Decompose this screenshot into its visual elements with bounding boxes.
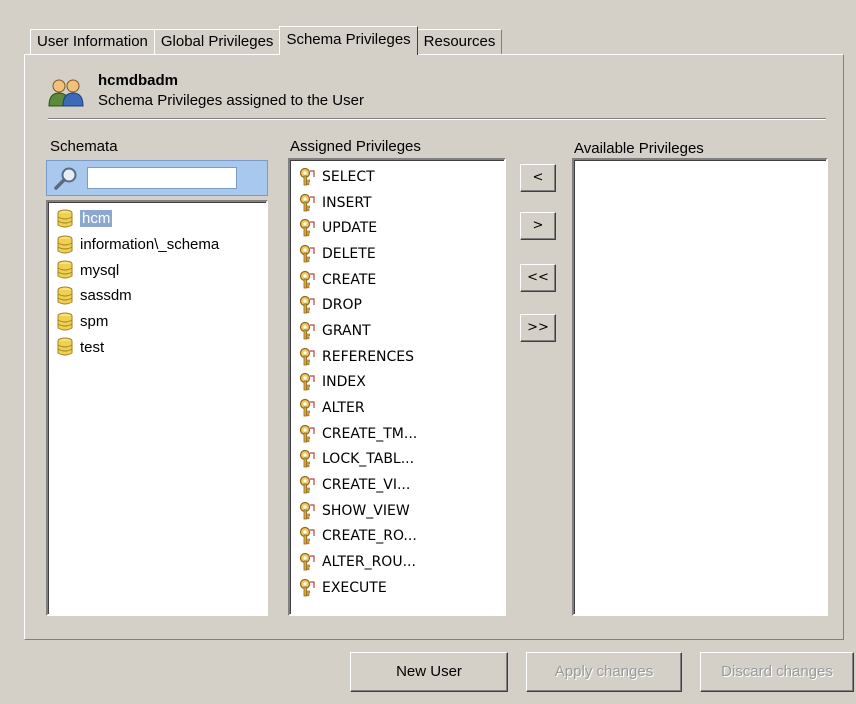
schemata-search-input[interactable] [87,167,237,189]
schema-item-information-schema[interactable]: information\_schema [48,232,266,258]
privilege-item-label: LOCK_TABL... [322,451,415,468]
tab-strip: User Information Global Privileges Schem… [30,26,503,55]
header-separator [48,118,826,120]
schema-item-label: mysql [80,261,120,279]
privilege-item-lock-tabl[interactable]: LOCK_TABL... [290,447,504,473]
privilege-item-label: SELECT [322,168,375,185]
privilege-item-insert[interactable]: INSERT [290,190,504,216]
key-icon [299,321,315,340]
privilege-item-label: CREATE_VI... [322,477,411,494]
key-icon [299,475,315,494]
privilege-item-create-tm[interactable]: CREATE_TM... [290,421,504,447]
key-icon [299,578,315,597]
move-right-button[interactable]: > [520,212,556,240]
key-icon [299,501,315,520]
privilege-item-grant[interactable]: GRANT [290,318,504,344]
tab-global-privileges[interactable]: Global Privileges [153,29,281,54]
schema-item-mysql[interactable]: mysql [48,257,266,283]
privilege-item-label: REFERENCES [322,348,415,365]
schema-item-hcm[interactable]: hcm [48,206,266,232]
privilege-item-update[interactable]: UPDATE [290,215,504,241]
database-icon [57,260,73,279]
key-icon [299,553,315,571]
privilege-item-show-view[interactable]: SHOW_VIEW [290,498,504,524]
schema-item-label: hcm [80,210,113,228]
database-icon [57,209,73,228]
key-icon [299,450,315,468]
privilege-item-create[interactable]: CREATE [290,267,504,293]
privilege-item-label: CREATE_RO... [322,528,417,545]
privilege-item-label: ALTER [322,400,365,417]
database-icon [57,337,73,356]
available-privileges-label: Available Privileges [574,140,704,157]
privilege-item-alter[interactable]: ALTER [290,395,504,421]
privilege-item-references[interactable]: REFERENCES [290,344,504,370]
privilege-item-alter-rou[interactable]: ALTER_ROU... [290,549,504,575]
key-icon [299,167,315,186]
schemata-label: Schemata [50,138,118,155]
schema-item-label: test [80,338,105,356]
privilege-item-label: SHOW_VIEW [322,502,410,519]
user-name: hcmdbadm [98,72,179,89]
users-icon [48,79,84,107]
schema-item-label: information\_schema [80,236,220,254]
key-icon [299,296,315,314]
privilege-item-label: GRANT [322,322,371,339]
database-icon [57,312,73,331]
privilege-item-drop[interactable]: DROP [290,292,504,318]
assigned-privileges-label: Assigned Privileges [290,138,421,155]
tab-resources[interactable]: Resources [416,29,503,54]
key-icon [299,373,315,391]
discard-changes-button[interactable]: Discard changes [700,652,854,692]
schemata-search-bar [46,160,268,196]
database-icon [57,235,73,254]
key-icon [299,424,315,443]
new-user-button[interactable]: New User [350,652,508,692]
privilege-item-label: UPDATE [322,220,378,237]
privilege-item-execute[interactable]: EXECUTE [290,575,504,601]
search-icon [54,167,77,190]
privilege-item-label: CREATE [322,271,377,288]
key-icon [299,398,315,417]
move-all-left-button[interactable]: << [520,264,556,292]
user-subtitle: Schema Privileges assigned to the User [98,92,364,109]
apply-changes-button[interactable]: Apply changes [526,652,682,692]
privilege-item-label: DROP [322,297,362,314]
privilege-item-create-vi[interactable]: CREATE_VI... [290,472,504,498]
schema-item-test[interactable]: test [48,334,266,360]
key-icon [299,193,315,211]
key-icon [299,219,315,237]
privilege-item-label: DELETE [322,245,376,262]
privilege-item-create-ro[interactable]: CREATE_RO... [290,524,504,550]
privilege-item-label: INSERT [322,194,372,211]
assigned-privileges-list[interactable]: SELECT INSERT UPDATE DELETE CREATE DROP GRANT R… [288,158,506,616]
schema-item-label: sassdm [80,287,132,305]
privilege-item-label: INDEX [322,374,366,391]
privilege-item-delete[interactable]: DELETE [290,241,504,267]
available-privileges-list[interactable] [572,158,828,616]
database-icon [57,286,73,305]
move-left-button[interactable]: < [520,164,556,192]
tab-schema-privileges[interactable]: Schema Privileges [279,26,418,55]
key-icon [299,244,315,263]
privilege-item-label: EXECUTE [322,579,387,596]
privilege-item-label: CREATE_TM... [322,425,418,442]
move-all-right-button[interactable]: >> [520,314,556,342]
key-icon [299,347,315,366]
tab-user-information[interactable]: User Information [30,29,155,54]
key-icon [299,527,315,545]
privilege-item-index[interactable]: INDEX [290,370,504,396]
schemata-list[interactable]: hcm information\_schema mysql sassdm spm… [46,200,268,616]
privilege-item-select[interactable]: SELECT [290,164,504,190]
schema-item-sassdm[interactable]: sassdm [48,283,266,309]
key-icon [299,270,315,288]
schema-item-label: spm [80,313,109,331]
privilege-item-label: ALTER_ROU... [322,554,416,571]
schema-item-spm[interactable]: spm [48,309,266,335]
